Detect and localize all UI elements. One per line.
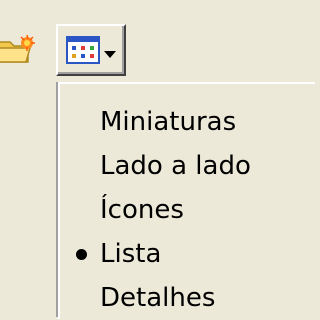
menu-item-label: Miniaturas (100, 107, 237, 137)
view-menu-button[interactable] (56, 24, 126, 76)
bullet-icon (76, 248, 87, 260)
menu-item-label: Lista (100, 239, 162, 269)
chevron-down-icon (104, 44, 116, 58)
menu-item-label: Ícones (100, 195, 184, 225)
menu-item-detalhes[interactable]: Detalhes (60, 276, 315, 320)
view-dropdown-menu: Miniaturas Lado a lado Ícones Lista Deta… (56, 82, 315, 320)
menu-item-label: Lado a lado (100, 151, 251, 181)
view-grid-icon (66, 36, 100, 64)
menu-item-icones[interactable]: Ícones (60, 188, 315, 232)
menu-item-label: Detalhes (100, 283, 216, 313)
menu-item-miniaturas[interactable]: Miniaturas (60, 100, 315, 144)
up-folder-icon[interactable] (0, 34, 36, 64)
toolbar (0, 0, 315, 82)
menu-item-lado-a-lado[interactable]: Lado a lado (60, 144, 315, 188)
menu-item-lista[interactable]: Lista (60, 232, 315, 276)
